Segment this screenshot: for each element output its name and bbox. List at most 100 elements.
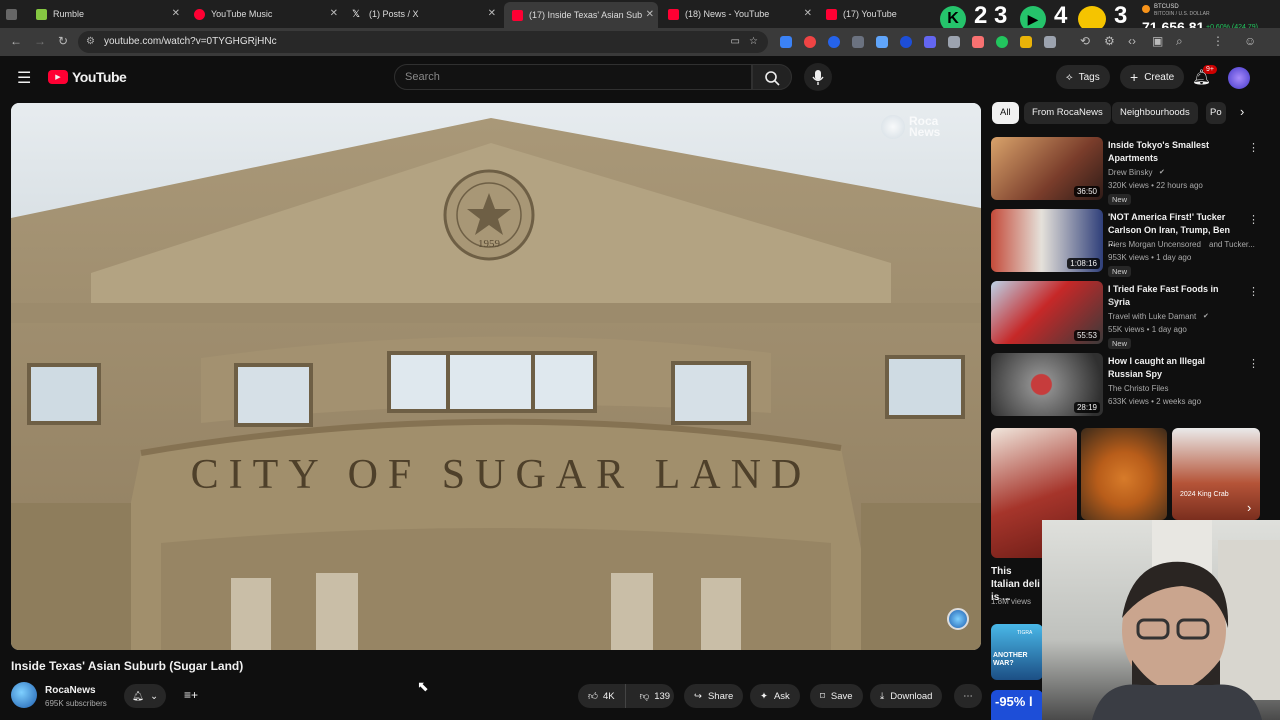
close-icon[interactable]: ✕: [804, 8, 812, 19]
search-button[interactable]: [752, 64, 792, 90]
tab-youtube[interactable]: (17) YouTube: [826, 4, 936, 24]
chip-neighbourhoods[interactable]: Neighbourhoods: [1112, 102, 1198, 124]
reload-icon[interactable]: ↻: [58, 34, 68, 48]
create-button[interactable]: + Create: [1120, 65, 1185, 89]
tab-news-youtube[interactable]: (18) News - YouTube ✕: [668, 4, 812, 24]
more-actions-button[interactable]: ⋯: [954, 684, 982, 708]
thumbs-down-icon: 👎︎: [639, 691, 650, 702]
channel-branding-icon[interactable]: [947, 608, 969, 630]
extension-icon[interactable]: [852, 36, 864, 48]
browser-menu-icon[interactable]: [6, 4, 23, 24]
microphone-icon: [812, 70, 824, 85]
subscriber-count: 695K subscribers: [45, 699, 107, 708]
chevron-right-icon[interactable]: ›: [1240, 104, 1244, 119]
site-info-icon[interactable]: ⚙: [86, 31, 95, 53]
close-icon[interactable]: ✕: [172, 8, 180, 19]
close-icon[interactable]: ✕: [488, 8, 496, 19]
chevron-right-icon[interactable]: ›: [1247, 500, 1251, 515]
address-bar[interactable]: ⚙ youtube.com/watch?v=0TYGHGRjHNc ▭ ☆: [78, 31, 768, 53]
zoom-icon[interactable]: ⌕: [1176, 34, 1183, 49]
share-button[interactable]: ↪ Share: [684, 684, 744, 708]
tags-button[interactable]: ⟡ Tags: [1056, 65, 1110, 89]
recommendation-item[interactable]: 28:19 How I caught an Illegal Russian Sp…: [991, 353, 1261, 417]
youtube-icon: [512, 9, 523, 21]
youtube-icon: [668, 8, 679, 20]
cast-icon[interactable]: ▭: [731, 31, 740, 53]
devtools-icon[interactable]: ‹›: [1128, 34, 1136, 48]
recommendation-item[interactable]: 1:08:16 'NOT America First!' Tucker Carl…: [991, 209, 1261, 277]
video-thumbnail: 1:08:16: [991, 209, 1103, 272]
extension-icon[interactable]: [972, 36, 984, 48]
more-vertical-icon[interactable]: ⋮: [1248, 285, 1259, 298]
extension-icon[interactable]: [924, 36, 936, 48]
tab-rumble[interactable]: Rumble ✕: [36, 4, 180, 24]
voice-search-button[interactable]: [804, 63, 832, 91]
close-icon[interactable]: ✕: [330, 8, 338, 19]
bookmark-star-icon[interactable]: ☆: [749, 31, 758, 53]
promo-thumbnail[interactable]: -95% l: [991, 690, 1043, 720]
menu-icon[interactable]: ⋮: [1212, 34, 1224, 48]
subscribed-notifications-button[interactable]: 🔔︎ ⌄: [124, 684, 167, 708]
close-icon[interactable]: ✕: [646, 9, 654, 20]
extension-icon[interactable]: [780, 36, 792, 48]
download-button[interactable]: ⤓ Download: [870, 684, 943, 708]
video-thumbnail: 55:53: [991, 281, 1103, 344]
sparkle-icon: ✦: [760, 690, 768, 702]
recommendation-item[interactable]: 36:50 Inside Tokyo's Smallest Apartments…: [991, 137, 1261, 205]
more-vertical-icon[interactable]: ⋮: [1248, 213, 1259, 226]
channel-name[interactable]: RocaNews: [45, 685, 96, 696]
history-icon[interactable]: ⟲: [1080, 34, 1090, 48]
chip-truncated[interactable]: Po: [1206, 102, 1226, 124]
extension-icon[interactable]: [828, 36, 840, 48]
screenshot-icon[interactable]: ▣: [1152, 34, 1163, 48]
youtube-play-logo-icon: ▶: [48, 70, 68, 84]
browser-toolbar: ← → ↻ ⚙ youtube.com/watch?v=0TYGHGRjHNc …: [0, 28, 1280, 56]
tab-x-posts[interactable]: 𝕏 (1) Posts / X ✕: [352, 4, 496, 24]
extension-icon[interactable]: [876, 36, 888, 48]
chip-from-channel[interactable]: From RocaNews: [1024, 102, 1111, 124]
extension-icon[interactable]: [900, 36, 912, 48]
counter: 2: [974, 2, 988, 29]
video-frame: 1959 CITY OF SUGAR LAND: [11, 103, 981, 650]
profile-icon[interactable]: ☺: [1244, 34, 1256, 48]
seal-year: 1959: [478, 238, 501, 250]
download-icon: ⤓: [880, 690, 885, 702]
thumbs-up-icon: 👍︎: [588, 691, 598, 702]
extension-icon[interactable]: [1020, 36, 1032, 48]
account-avatar[interactable]: [1228, 67, 1250, 89]
dislike-button[interactable]: 👎︎ 139: [632, 690, 679, 703]
settings-icon[interactable]: ⚙: [1104, 34, 1115, 48]
tab-youtube-music[interactable]: YouTube Music ✕: [194, 4, 338, 24]
youtube-logo[interactable]: ▶ YouTube: [48, 69, 127, 85]
extension-icon[interactable]: [804, 36, 816, 48]
youtube-icon: [826, 8, 837, 20]
short-thumbnail[interactable]: TIGRA ANOTHER WAR?: [991, 624, 1043, 680]
tab-current-video[interactable]: (17) Inside Texas' Asian Sub ✕: [504, 2, 658, 28]
rumble-icon: [36, 8, 47, 20]
extension-icon[interactable]: [948, 36, 960, 48]
hamburger-menu-icon[interactable]: ☰: [17, 68, 31, 88]
video-title: Inside Texas' Asian Suburb (Sugar Land): [11, 659, 244, 673]
forward-icon[interactable]: →: [34, 34, 46, 48]
more-vertical-icon[interactable]: ⋮: [1248, 141, 1259, 154]
video-thumbnail: 36:50: [991, 137, 1103, 200]
back-icon[interactable]: ←: [10, 34, 22, 48]
bell-icon: 🔔︎: [132, 690, 145, 702]
ask-button[interactable]: ✦ Ask: [750, 684, 800, 708]
verified-icon: ✔: [1203, 313, 1209, 320]
puzzle-icon[interactable]: [1044, 36, 1056, 48]
more-horizontal-icon: ⋯: [963, 690, 973, 702]
like-button[interactable]: 👍︎ 4K: [578, 684, 626, 708]
recommendation-item[interactable]: 55:53 I Tried Fake Fast Foods in Syria S…: [991, 281, 1261, 349]
video-player[interactable]: 1959 CITY OF SUGAR LAND Roca News: [11, 103, 981, 650]
extension-icon[interactable]: [996, 36, 1008, 48]
channel-avatar[interactable]: [11, 682, 37, 708]
share-icon: ↪: [694, 690, 702, 702]
save-button[interactable]: ⌑ Save: [810, 684, 863, 708]
short-thumbnail[interactable]: [1081, 428, 1167, 520]
search-input[interactable]: Search: [394, 64, 752, 90]
browser-tab-bar: Rumble ✕ YouTube Music ✕ 𝕏 (1) Posts / X…: [0, 0, 1280, 35]
more-vertical-icon[interactable]: ⋮: [1248, 357, 1259, 370]
chip-all[interactable]: All: [992, 102, 1019, 124]
add-to-queue-icon[interactable]: ≡+: [184, 688, 198, 702]
